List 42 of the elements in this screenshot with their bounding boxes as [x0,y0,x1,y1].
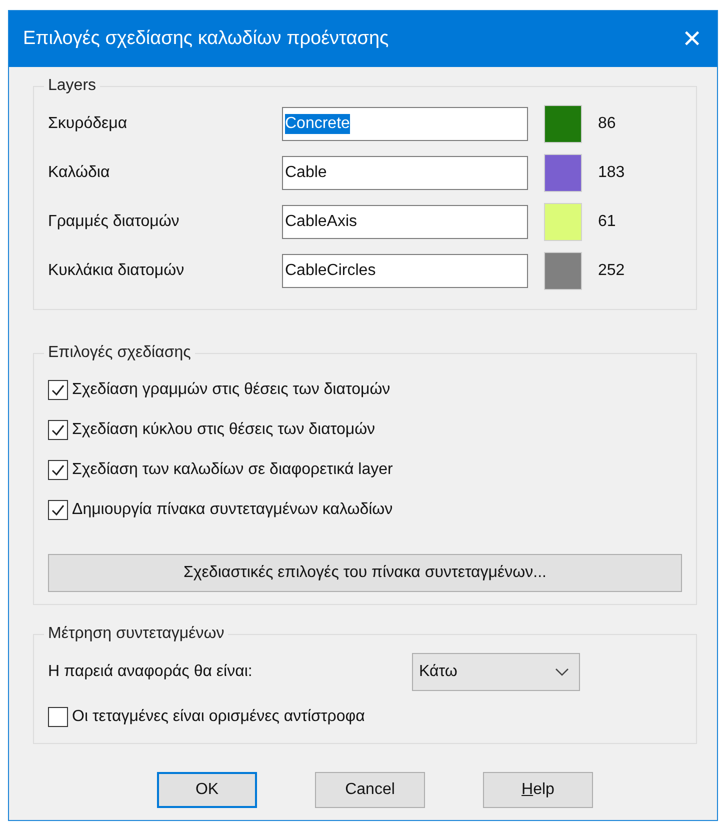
color-number: 252 [598,262,625,280]
color-swatch[interactable] [544,252,582,290]
layer-label: Γραμμές διατομών [48,212,180,230]
color-swatch[interactable] [544,154,582,192]
checkbox[interactable] [48,380,68,400]
reference-label: Η παρειά αναφοράς θα είναι: [48,663,254,681]
layer-name-field[interactable]: Cable [282,156,528,190]
dialog-button[interactable]: Help [483,772,593,808]
window-title: Επιλογές σχεδίασης καλωδίων προέντασης [23,28,389,50]
layer-name-field[interactable]: CableCircles [282,254,528,288]
reference-dropdown[interactable]: Κάτω [412,653,580,691]
checkmark-icon [50,422,66,438]
layer-label: Καλώδια [48,164,111,182]
layer-label: Κυκλάκια διατομών [48,262,186,280]
layer-label: Σκυρόδεμα [48,114,128,132]
checkbox[interactable] [48,460,68,480]
checkbox[interactable] [48,500,68,520]
checkmark-icon [50,382,66,398]
dialog-button[interactable]: OK [157,772,257,808]
color-number: 183 [598,164,625,182]
color-swatch[interactable] [544,202,582,240]
dialog-button[interactable]: Cancel [315,772,425,808]
checkbox-label: Σχεδίαση κύκλου στις θέσεις των διατομών [72,421,376,439]
table-options-button[interactable]: Σχεδιαστικές επιλογές του πίνακα συντεταγμένων... [48,554,682,592]
checkmark-icon [50,462,66,478]
layer-name-field[interactable]: CableAxis [282,204,528,238]
checkbox-label: Σχεδίαση γραμμών στις θέσεις των διατομών [72,381,390,399]
checkbox[interactable] [48,707,68,727]
close-button[interactable]: ✕ [667,14,717,64]
color-swatch[interactable] [544,104,582,142]
checkbox-label: Οι τεταγμένες είναι ορισμένες αντίστροφα [72,708,365,726]
checkbox-label: Σχεδίαση των καλωδίων σε διαφορετικά layer [72,461,393,479]
group-title: Επιλογές σχεδίασης [47,344,192,362]
checkmark-icon [50,502,66,518]
checkbox-label: Δημιουργία πίνακα συντεταγμένων καλωδίων [72,501,393,519]
group-title: Μέτρηση συντεταγμένων [47,625,226,643]
checkbox[interactable] [48,420,68,440]
chevron-icon [555,668,569,676]
color-number: 61 [598,212,616,230]
color-number: 86 [598,114,616,132]
layer-name-field[interactable]: Concrete [282,106,528,140]
group-title: Layers [47,77,98,95]
